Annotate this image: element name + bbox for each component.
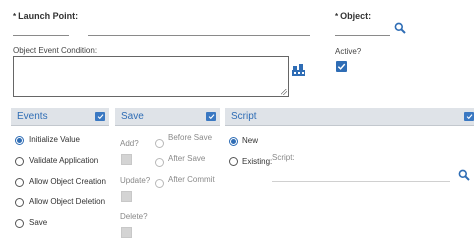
checkmark-icon xyxy=(337,63,346,70)
before-save-radio[interactable] xyxy=(155,139,164,148)
delete-label: Delete? xyxy=(120,212,148,221)
after-commit-radio[interactable] xyxy=(155,179,164,188)
event-radio-allow-delete[interactable] xyxy=(15,198,24,207)
events-title: Events xyxy=(17,111,48,122)
script-section-header: Script xyxy=(225,108,474,126)
after-save-radio[interactable] xyxy=(155,158,164,167)
search-icon[interactable] xyxy=(458,169,470,181)
add-label: Add? xyxy=(120,139,139,148)
script-input[interactable] xyxy=(272,181,450,182)
launch-point-description-input[interactable] xyxy=(88,35,310,36)
before-save-label: Before Save xyxy=(168,133,213,142)
script-title: Script xyxy=(231,111,257,122)
checkbox-icon[interactable] xyxy=(206,112,216,121)
event-condition-textarea[interactable] xyxy=(13,56,289,97)
save-title: Save xyxy=(121,111,144,122)
script-existing-label: Existing: xyxy=(242,157,273,166)
active-label: Active? xyxy=(335,47,362,56)
after-save-label: After Save xyxy=(168,154,206,163)
object-label-text: Object: xyxy=(340,11,372,21)
required-marker: * xyxy=(13,12,17,21)
update-label: Update? xyxy=(120,176,151,185)
delete-checkbox[interactable] xyxy=(121,227,132,238)
active-checkbox[interactable] xyxy=(336,61,347,72)
launch-point-label: * Launch Point: xyxy=(13,11,78,21)
event-radio-save[interactable] xyxy=(15,219,24,228)
after-commit-label: After Commit xyxy=(168,175,215,184)
script-radio-existing[interactable] xyxy=(229,157,238,166)
checkbox-icon[interactable] xyxy=(464,112,474,121)
update-checkbox[interactable] xyxy=(121,191,132,202)
resize-grip-icon[interactable] xyxy=(281,89,287,95)
script-field-label: Script: xyxy=(272,153,295,162)
event-option-label: Save xyxy=(29,218,48,227)
script-radio-new[interactable] xyxy=(229,137,238,146)
event-radio-initialize[interactable] xyxy=(15,136,24,145)
object-label: * Object: xyxy=(335,11,371,21)
event-radio-allow-create[interactable] xyxy=(15,178,24,187)
object-input[interactable] xyxy=(335,35,390,36)
search-icon[interactable] xyxy=(394,22,406,34)
event-radio-validate[interactable] xyxy=(15,157,24,166)
launch-point-label-text: Launch Point: xyxy=(18,11,79,21)
lookup-icon[interactable] xyxy=(292,64,305,76)
event-condition-label: Object Event Condition: xyxy=(13,46,98,55)
required-marker: * xyxy=(335,12,339,21)
save-section-header: Save xyxy=(115,108,220,126)
launch-point-input[interactable] xyxy=(13,35,69,36)
script-new-label: New xyxy=(242,136,259,145)
event-option-label: Allow Object Deletion xyxy=(29,197,106,206)
add-checkbox[interactable] xyxy=(121,154,132,165)
event-option-label: Allow Object Creation xyxy=(29,177,106,186)
events-section-header: Events xyxy=(11,108,109,126)
event-option-label: Validate Application xyxy=(29,156,99,165)
checkbox-icon[interactable] xyxy=(95,112,105,121)
event-option-label: Initialize Value xyxy=(29,135,80,144)
